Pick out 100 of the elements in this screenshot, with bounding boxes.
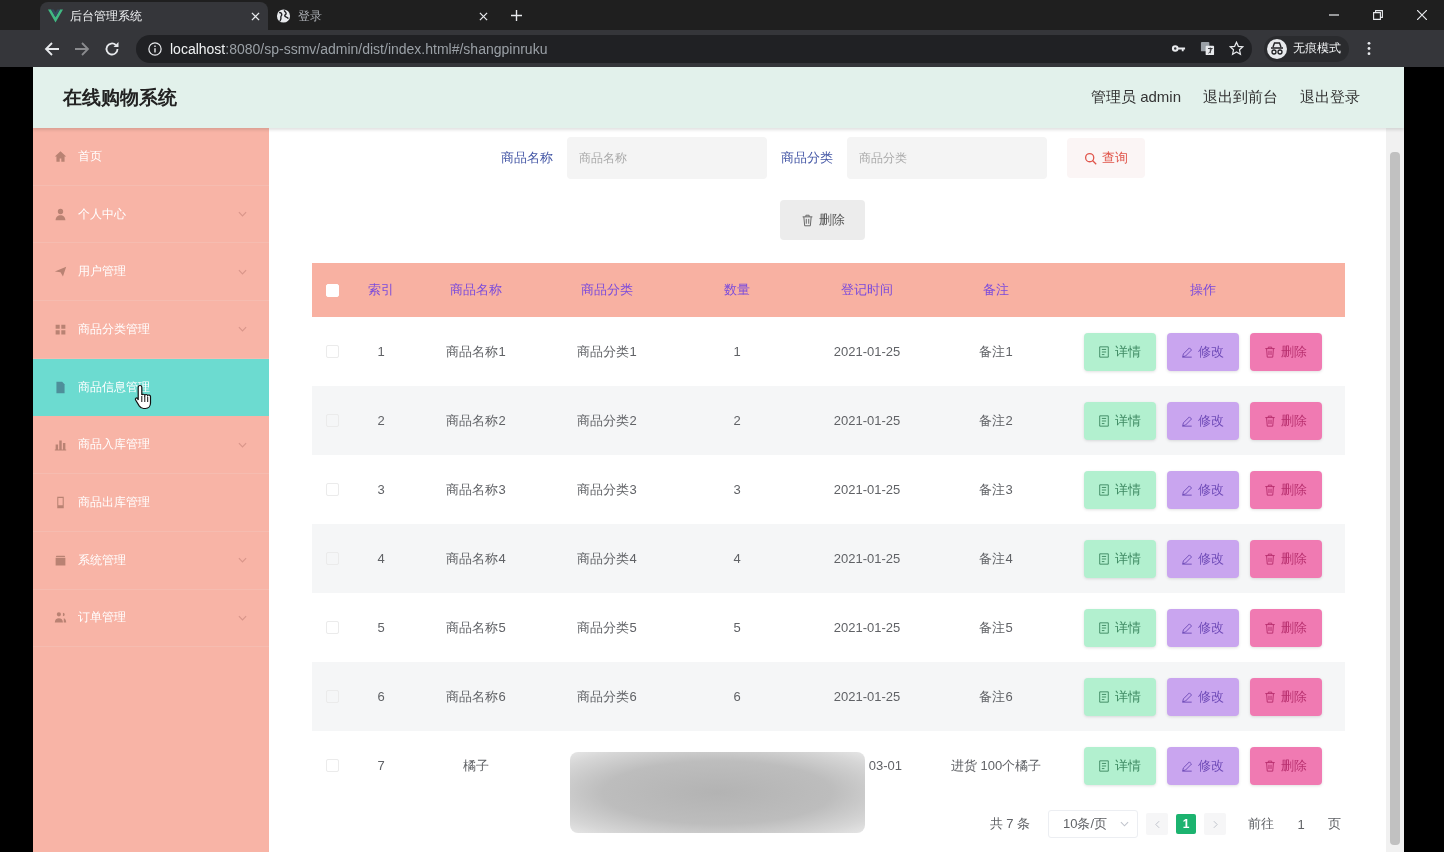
edit-button[interactable]: 修改 <box>1166 539 1239 578</box>
close-icon[interactable] <box>479 11 488 21</box>
sidebar-item[interactable]: 商品入库管理 <box>33 416 269 475</box>
search-field[interactable]: 商品分类 <box>846 137 1047 179</box>
detail-button[interactable]: 详情 <box>1083 608 1156 647</box>
scrollbar-track[interactable] <box>1386 128 1404 852</box>
delete-button[interactable]: 删除 <box>1249 470 1322 509</box>
delete-button[interactable]: 删除 <box>780 200 865 240</box>
table-cell: 商品名称3 <box>446 480 506 499</box>
column-header: 操作 <box>1189 281 1216 299</box>
user-name: 管理员 admin <box>1090 88 1181 107</box>
table-cell: 商品名称5 <box>446 618 506 637</box>
sidebar-item[interactable]: 系统管理 <box>33 531 269 590</box>
search-field[interactable]: 商品名称 <box>566 137 767 179</box>
close-icon[interactable] <box>251 11 260 21</box>
table-cell: 备注4 <box>979 549 1013 568</box>
trash-icon <box>800 213 814 227</box>
table-cell: 2 <box>377 413 385 428</box>
edit-button[interactable]: 修改 <box>1166 746 1239 785</box>
chevron-left-icon <box>1154 819 1160 829</box>
field-label: 商品名称 <box>500 149 553 167</box>
delete-button[interactable]: 删除 <box>1249 746 1322 785</box>
table-cell: 4 <box>733 551 741 566</box>
table-cell: 商品分类6 <box>577 687 637 706</box>
v-logo-icon <box>48 9 63 23</box>
edit-button[interactable]: 修改 <box>1166 677 1239 716</box>
sidebar-item[interactable]: 首页 <box>33 128 269 186</box>
page-button[interactable]: 1 <box>1176 814 1196 834</box>
search-button[interactable]: 查询 <box>1066 138 1145 178</box>
close-icon[interactable] <box>1417 10 1427 20</box>
new-tab-icon[interactable] <box>511 10 522 21</box>
header-link[interactable]: 退出到前台 <box>1203 88 1278 107</box>
users-icon <box>54 611 67 625</box>
reload-icon[interactable] <box>104 40 120 57</box>
table-cell: 备注6 <box>979 687 1013 706</box>
edit-button[interactable]: 修改 <box>1166 608 1239 647</box>
column-header: 商品分类 <box>581 281 633 299</box>
column-header: 索引 <box>368 281 394 299</box>
delete-button[interactable]: 删除 <box>1249 401 1322 440</box>
delete-button[interactable]: 删除 <box>1249 332 1322 371</box>
page-size-select[interactable]: 10条/页 <box>1048 810 1138 838</box>
field-label: 商品分类 <box>780 149 833 167</box>
info-icon[interactable] <box>148 41 162 56</box>
sidebar-item[interactable]: 个人中心 <box>33 185 269 244</box>
table-cell: 备注5 <box>979 618 1013 637</box>
browser-tab[interactable]: 后台管理系统 <box>40 2 268 30</box>
select-all-checkbox[interactable] <box>325 283 339 297</box>
table-cell: 2021-01-25 <box>833 413 901 428</box>
table-cell: 2021-01-25 <box>833 620 901 635</box>
back-icon[interactable] <box>44 40 60 57</box>
star-icon[interactable] <box>1229 41 1244 56</box>
column-header: 备注 <box>983 281 1009 299</box>
detail-button[interactable]: 详情 <box>1083 746 1156 785</box>
edit-button[interactable]: 修改 <box>1166 401 1239 440</box>
bar-chart-icon <box>54 438 67 452</box>
detail-button[interactable]: 详情 <box>1083 401 1156 440</box>
table-cell: 商品分类3 <box>577 480 637 499</box>
table-cell: 2021-01-25 <box>833 551 901 566</box>
edit-button[interactable]: 修改 <box>1166 470 1239 509</box>
detail-button[interactable]: 详情 <box>1083 332 1156 371</box>
detail-button[interactable]: 详情 <box>1083 470 1156 509</box>
address-bar[interactable]: localhost:8080/sp-ssmv/admin/dist/index.html#/shangpinruku <box>136 34 1252 63</box>
detail-button[interactable]: 详情 <box>1083 677 1156 716</box>
grid-icon <box>54 322 67 336</box>
table-cell: 进货 100个橘子 <box>950 756 1042 775</box>
table-cell: 4 <box>377 551 385 566</box>
table-cell: 商品名称6 <box>446 687 506 706</box>
detail-button[interactable]: 详情 <box>1083 539 1156 578</box>
trash-icon <box>1264 345 1276 358</box>
sidebar-item[interactable]: 商品出库管理 <box>33 474 269 532</box>
restore-icon[interactable] <box>1373 10 1383 20</box>
pencil-icon <box>1181 414 1193 427</box>
sidebar-item[interactable]: 商品分类管理 <box>33 301 269 359</box>
table-cell: 商品名称1 <box>446 342 506 361</box>
menu-icon[interactable] <box>1367 41 1371 56</box>
incognito-icon <box>1267 38 1287 59</box>
total-count: 共 7 条 <box>989 815 1030 833</box>
translate-icon[interactable] <box>1200 41 1215 56</box>
document-icon <box>1098 759 1110 772</box>
trash-icon <box>1264 690 1276 703</box>
forward-icon[interactable] <box>74 40 90 57</box>
table-cell: 03-01 <box>868 758 902 773</box>
sidebar-item[interactable]: 用户管理 <box>33 243 269 302</box>
pencil-icon <box>1181 345 1193 358</box>
edit-button[interactable]: 修改 <box>1166 332 1239 371</box>
search-icon <box>1083 151 1097 165</box>
delete-button[interactable]: 删除 <box>1249 677 1322 716</box>
delete-button[interactable]: 删除 <box>1249 539 1322 578</box>
profile-button[interactable]: 无痕模式 <box>1264 35 1349 62</box>
page-input[interactable]: 1 <box>1284 810 1318 838</box>
browser-tab[interactable]: 登录 <box>268 2 496 30</box>
header-link[interactable]: 退出登录 <box>1300 88 1360 107</box>
sidebar-item[interactable]: 订单管理 <box>33 589 269 648</box>
document-icon <box>1098 621 1110 634</box>
caret-down-icon <box>1120 821 1129 827</box>
pencil-icon <box>1181 483 1193 496</box>
scrollbar-thumb[interactable] <box>1390 152 1400 845</box>
table-cell: 1 <box>377 344 385 359</box>
delete-button[interactable]: 删除 <box>1249 608 1322 647</box>
table-cell: 3 <box>733 482 741 497</box>
